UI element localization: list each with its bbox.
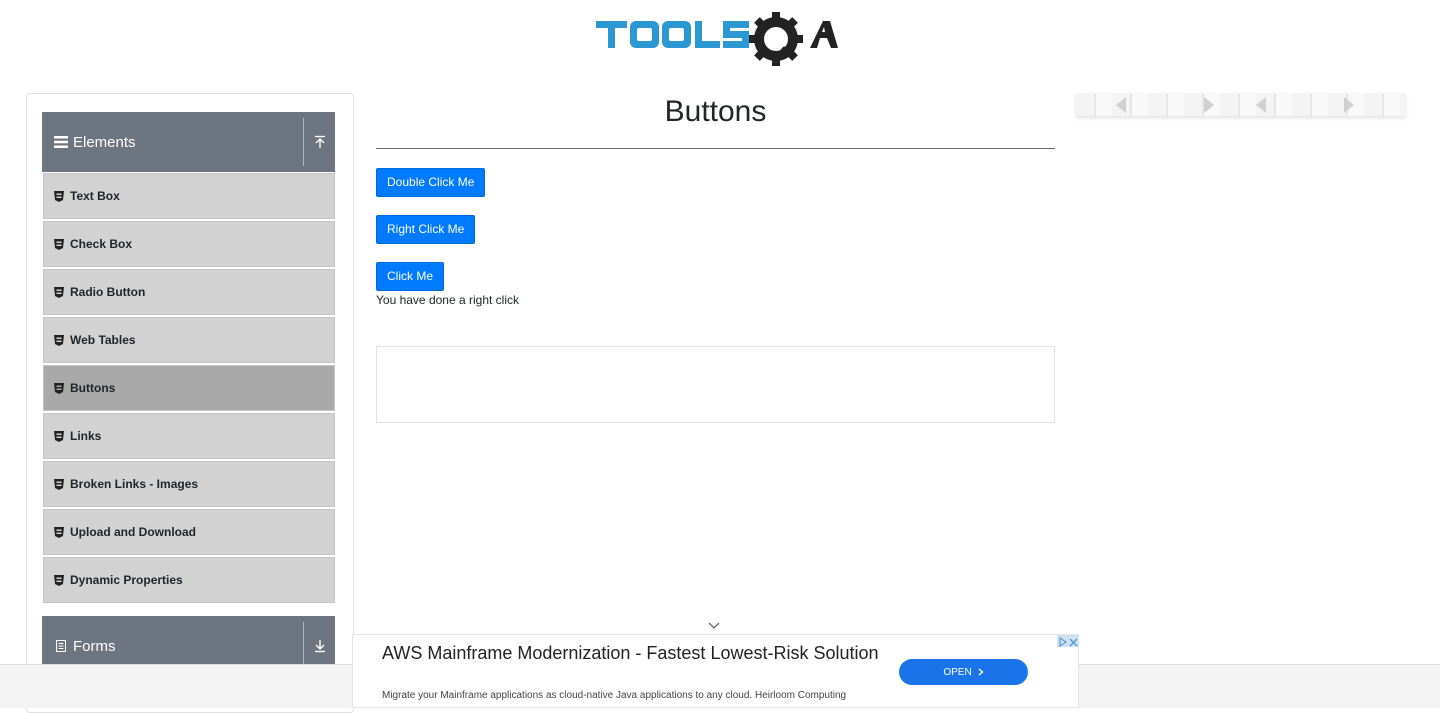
html5-icon (54, 574, 64, 586)
chevron-right-icon (978, 668, 984, 676)
toolsqa-logo-graphic (596, 12, 838, 66)
ad-arrow-right-icon (1204, 97, 1214, 113)
main-content: Buttons Double Click Me Right Click Me C… (376, 93, 1055, 423)
html5-icon (54, 190, 64, 202)
ad-banner[interactable]: AWS Mainframe Modernization - Fastest Lo… (352, 634, 1079, 708)
sidebar-item-label: Broken Links - Images (70, 477, 199, 491)
sidebar-item-check-box[interactable]: Check Box (43, 221, 335, 267)
sidebar: Elements Text Box Check Box Radio Button… (26, 93, 354, 713)
sidebar-item-upload-and-download[interactable]: Upload and Download (43, 509, 335, 555)
hamburger-icon (54, 136, 68, 148)
group-label-forms: Forms (73, 637, 116, 655)
ad-arrow-left-icon (1116, 97, 1126, 113)
sidebar-item-buttons[interactable]: Buttons (43, 365, 335, 411)
group-label-elements: Elements (73, 133, 136, 151)
html5-icon (54, 382, 64, 394)
sidebar-item-text-box[interactable]: Text Box (43, 173, 335, 219)
sidebar-item-label: Dynamic Properties (70, 573, 183, 587)
right-click-button[interactable]: Right Click Me (376, 215, 476, 244)
sidebar-item-label: Radio Button (70, 285, 146, 299)
collapse-toggle-elements[interactable] (304, 112, 335, 172)
ad-description: Migrate your Mainframe applications as c… (382, 690, 847, 701)
html5-icon (54, 430, 64, 442)
sidebar-item-radio-button[interactable]: Radio Button (43, 269, 335, 315)
html5-icon (54, 286, 64, 298)
elements-menu: Text Box Check Box Radio Button Web Tabl… (43, 173, 335, 605)
html5-icon (54, 478, 64, 490)
page-title: Buttons (664, 95, 767, 128)
html5-icon (54, 526, 64, 538)
sidebar-item-dynamic-properties[interactable]: Dynamic Properties (43, 557, 335, 603)
ad-placeholder (376, 346, 1055, 423)
sidebar-item-broken-links-images[interactable]: Broken Links - Images (43, 461, 335, 507)
sidebar-item-label: Buttons (70, 381, 116, 395)
sidebar-item-label: Upload and Download (70, 525, 196, 539)
double-click-button[interactable]: Double Click Me (376, 168, 486, 197)
right-click-message: You have done a right click (376, 293, 519, 307)
group-header-elements[interactable]: Elements (42, 112, 335, 172)
ad-arrow-left-icon (1256, 97, 1266, 113)
ad-open-button[interactable]: OPEN (899, 659, 1028, 685)
arrow-down-icon (314, 640, 325, 653)
toolsqa-logo[interactable] (596, 12, 838, 68)
sidebar-item-label: Web Tables (70, 333, 136, 347)
sidebar-item-label: Check Box (70, 237, 133, 251)
ad-title[interactable]: AWS Mainframe Modernization - Fastest Lo… (382, 642, 882, 665)
sidebar-item-links[interactable]: Links (43, 413, 335, 459)
html5-icon (54, 238, 64, 250)
sidebar-item-web-tables[interactable]: Web Tables (43, 317, 335, 363)
sidebar-item-label: Links (70, 429, 102, 443)
ad-arrow-right-icon (1344, 97, 1354, 113)
click-me-button[interactable]: Click Me (376, 262, 445, 291)
header (0, 0, 1440, 80)
side-ad-strip (1076, 93, 1406, 116)
sidebar-item-label: Text Box (70, 189, 120, 203)
document-icon (56, 640, 66, 652)
ad-close-icon[interactable] (1068, 635, 1079, 647)
chevron-down-icon[interactable] (708, 620, 720, 630)
arrow-up-icon (314, 135, 325, 148)
html5-icon (54, 334, 64, 346)
adchoices-icon[interactable] (1057, 635, 1068, 647)
title-divider (376, 148, 1055, 149)
ad-open-label: OPEN (943, 666, 972, 678)
